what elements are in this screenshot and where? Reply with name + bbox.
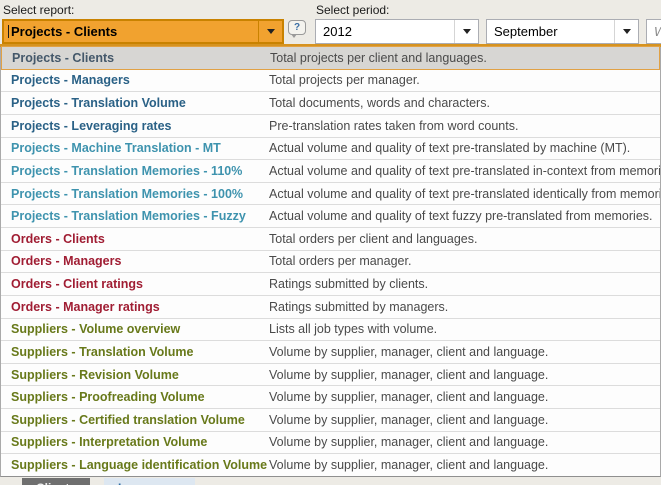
tab-clients[interactable]: Clients	[22, 478, 90, 485]
month-select-value: September	[487, 24, 614, 39]
report-description: Pre-translation rates taken from word co…	[269, 119, 518, 133]
report-description: Actual volume and quality of text pre-tr…	[269, 141, 630, 155]
report-name: Projects - Translation Memories - 110%	[11, 164, 269, 178]
report-name: Suppliers - Language identification Volu…	[11, 458, 269, 472]
report-description: Volume by supplier, manager, client and …	[269, 368, 548, 382]
report-description: Volume by supplier, manager, client and …	[269, 435, 548, 449]
report-list-item[interactable]: Projects - ManagersTotal projects per ma…	[1, 70, 660, 93]
report-list-item[interactable]: Projects - Machine Translation - MTActua…	[1, 138, 660, 161]
report-list-item[interactable]: Suppliers - Language identification Volu…	[1, 454, 660, 476]
report-list-item[interactable]: Projects - Leveraging ratesPre-translati…	[1, 115, 660, 138]
chevron-down-icon	[623, 29, 631, 34]
report-list-item[interactable]: Suppliers - Certified translation Volume…	[1, 409, 660, 432]
report-select-value: Projects - Clients	[4, 24, 258, 39]
report-list-item[interactable]: Suppliers - Interpretation VolumeVolume …	[1, 432, 660, 455]
report-description: Ratings submitted by clients.	[269, 277, 428, 291]
report-description: Actual volume and quality of text fuzzy …	[269, 209, 653, 223]
report-list-item[interactable]: Orders - ClientsTotal orders per client …	[1, 228, 660, 251]
report-name: Projects - Translation Memories - 100%	[11, 187, 269, 201]
report-select-arrow[interactable]	[258, 21, 282, 42]
report-name: Projects - Translation Volume	[11, 96, 269, 110]
tab-languages[interactable]: Languages	[104, 478, 195, 485]
report-list-item[interactable]: Suppliers - Translation VolumeVolume by …	[1, 341, 660, 364]
report-description: Total orders per client and languages.	[269, 232, 477, 246]
report-description: Total documents, words and characters.	[269, 96, 490, 110]
select-period-label: Select period:	[316, 3, 389, 17]
report-name: Orders - Manager ratings	[11, 300, 269, 314]
report-select[interactable]: Projects - Clients	[2, 19, 284, 44]
report-description: Ratings submitted by managers.	[269, 300, 448, 314]
report-name: Suppliers - Volume overview	[11, 322, 269, 336]
report-description: Actual volume and quality of text pre-tr…	[269, 187, 660, 201]
year-select-arrow[interactable]	[454, 20, 478, 43]
year-select-value: 2012	[316, 24, 454, 39]
background-page-strip: Clients Languages	[0, 478, 661, 485]
month-select[interactable]: September	[486, 19, 639, 44]
select-report-label: Select report:	[3, 3, 74, 17]
week-input[interactable]: We	[646, 19, 661, 44]
report-name: Suppliers - Proofreading Volume	[11, 390, 269, 404]
report-name: Suppliers - Revision Volume	[11, 368, 269, 382]
report-name: Orders - Managers	[11, 254, 269, 268]
report-name: Orders - Client ratings	[11, 277, 269, 291]
report-list-item[interactable]: Suppliers - Proofreading VolumeVolume by…	[1, 386, 660, 409]
report-description: Volume by supplier, manager, client and …	[269, 458, 548, 472]
report-list-item[interactable]: Projects - Translation VolumeTotal docum…	[1, 92, 660, 115]
report-description: Total orders per manager.	[269, 254, 411, 268]
report-list-item[interactable]: Orders - ManagersTotal orders per manage…	[1, 251, 660, 274]
report-name: Suppliers - Interpretation Volume	[11, 435, 269, 449]
report-name: Projects - Managers	[11, 73, 269, 87]
report-description: Volume by supplier, manager, client and …	[269, 390, 548, 404]
report-list: Projects - ClientsTotal projects per cli…	[0, 47, 661, 477]
report-name: Suppliers - Certified translation Volume	[11, 413, 269, 427]
chevron-down-icon	[267, 29, 275, 34]
report-list-item[interactable]: Projects - Translation Memories - FuzzyA…	[1, 205, 660, 228]
report-name: Suppliers - Translation Volume	[11, 345, 269, 359]
report-name: Projects - Machine Translation - MT	[11, 141, 269, 155]
report-name: Projects - Clients	[12, 51, 270, 65]
report-name: Orders - Clients	[11, 232, 269, 246]
report-description: Total projects per client and languages.	[270, 51, 487, 65]
report-list-item[interactable]: Projects - Translation Memories - 110%Ac…	[1, 160, 660, 183]
report-description: Actual volume and quality of text pre-tr…	[269, 164, 660, 178]
year-select[interactable]: 2012	[315, 19, 479, 44]
report-description: Lists all job types with volume.	[269, 322, 437, 336]
report-list-item[interactable]: Projects - ClientsTotal projects per cli…	[1, 46, 660, 70]
chevron-down-icon	[463, 29, 471, 34]
report-name: Projects - Translation Memories - Fuzzy	[11, 209, 269, 223]
report-name: Projects - Leveraging rates	[11, 119, 269, 133]
report-description: Total projects per manager.	[269, 73, 420, 87]
text-cursor	[8, 25, 9, 38]
report-list-item[interactable]: Suppliers - Revision VolumeVolume by sup…	[1, 364, 660, 387]
report-list-item[interactable]: Projects - Translation Memories - 100%Ac…	[1, 183, 660, 206]
help-icon[interactable]: ?	[288, 20, 306, 35]
report-list-item[interactable]: Orders - Client ratingsRatings submitted…	[1, 273, 660, 296]
week-input-value: We	[647, 24, 661, 39]
month-select-arrow[interactable]	[614, 20, 638, 43]
report-list-item[interactable]: Orders - Manager ratingsRatings submitte…	[1, 296, 660, 319]
report-description: Volume by supplier, manager, client and …	[269, 413, 548, 427]
report-list-item[interactable]: Suppliers - Volume overviewLists all job…	[1, 319, 660, 342]
report-description: Volume by supplier, manager, client and …	[269, 345, 548, 359]
